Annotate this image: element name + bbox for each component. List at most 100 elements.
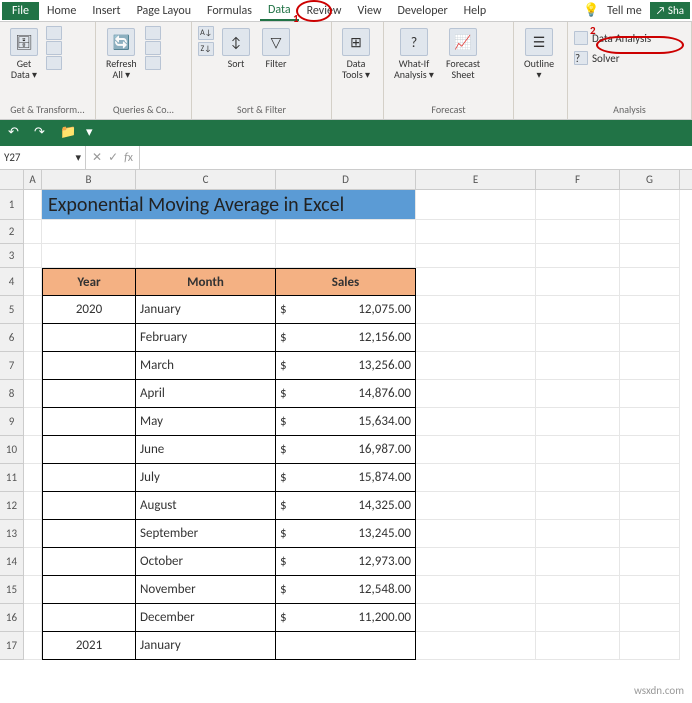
outline-button[interactable]: ☰ Outline ▾ — [520, 26, 558, 82]
tab-insert[interactable]: Insert — [84, 2, 128, 20]
row-header[interactable]: 8 — [0, 380, 24, 408]
cell-month[interactable]: August — [136, 492, 276, 520]
row-header[interactable]: 5 — [0, 296, 24, 324]
data-tools-button[interactable]: ⊞ Data Tools ▾ — [338, 26, 374, 82]
cell-sales[interactable]: $13,245.00 — [276, 520, 416, 548]
tell-me[interactable]: Tell me — [599, 2, 650, 20]
cancel-icon[interactable]: ✕ — [92, 150, 102, 165]
cell-sales[interactable]: $16,987.00 — [276, 436, 416, 464]
tab-developer[interactable]: Developer — [390, 2, 456, 20]
cell-sales[interactable]: $15,874.00 — [276, 464, 416, 492]
col-F[interactable]: F — [536, 170, 620, 189]
from-text-icon[interactable] — [46, 41, 62, 55]
row-header[interactable]: 1 — [0, 190, 24, 220]
forecast-sheet-button[interactable]: 📈 Forecast Sheet — [442, 26, 484, 82]
row-header[interactable]: 13 — [0, 520, 24, 548]
col-C[interactable]: C — [136, 170, 276, 189]
tab-view[interactable]: View — [349, 2, 389, 20]
cell-month[interactable]: July — [136, 464, 276, 492]
cell-month[interactable]: September — [136, 520, 276, 548]
cell-sales[interactable]: $12,973.00 — [276, 548, 416, 576]
cell-sales[interactable]: $14,325.00 — [276, 492, 416, 520]
cell-year[interactable] — [42, 604, 136, 632]
select-all-corner[interactable] — [0, 170, 24, 189]
from-web-icon[interactable] — [46, 26, 62, 40]
hdr-month[interactable]: Month — [136, 268, 276, 296]
get-data-button[interactable]: 🗄 Get Data ▾ — [6, 26, 42, 82]
cell-month[interactable]: December — [136, 604, 276, 632]
row-header[interactable]: 11 — [0, 464, 24, 492]
cell-sales[interactable]: $13,256.00 — [276, 352, 416, 380]
cell-year[interactable] — [42, 352, 136, 380]
tab-formulas[interactable]: Formulas — [199, 2, 260, 20]
title-cell[interactable]: Exponential Moving Average in Excel — [42, 190, 416, 220]
whatif-button[interactable]: ? What-If Analysis ▾ — [390, 26, 438, 82]
cell-year[interactable] — [42, 436, 136, 464]
col-A[interactable]: A — [24, 170, 42, 189]
cell-sales[interactable]: $12,075.00 — [276, 296, 416, 324]
tab-page-layout[interactable]: Page Layou — [129, 2, 199, 20]
cell-year[interactable] — [42, 408, 136, 436]
cell-month[interactable]: February — [136, 324, 276, 352]
folder-icon[interactable]: 📁 — [60, 125, 76, 141]
row-header[interactable]: 17 — [0, 632, 24, 660]
cell-year[interactable] — [42, 464, 136, 492]
row-header[interactable]: 9 — [0, 408, 24, 436]
cell-year[interactable]: 2021 — [42, 632, 136, 660]
row-header[interactable]: 14 — [0, 548, 24, 576]
solver-button[interactable]: ? Solver — [574, 50, 620, 66]
col-G[interactable]: G — [620, 170, 680, 189]
cell-sales[interactable]: $15,634.00 — [276, 408, 416, 436]
col-D[interactable]: D — [276, 170, 416, 189]
cell-sales[interactable]: $12,548.00 — [276, 576, 416, 604]
sort-button[interactable]: ↕ Sort — [218, 26, 254, 71]
cell-month[interactable]: May — [136, 408, 276, 436]
cell-month[interactable]: October — [136, 548, 276, 576]
cell-month[interactable]: January — [136, 296, 276, 324]
undo-icon[interactable]: ↶ — [8, 125, 24, 141]
cell-sales[interactable]: $12,156.00 — [276, 324, 416, 352]
cell-year[interactable] — [42, 520, 136, 548]
row-header[interactable]: 16 — [0, 604, 24, 632]
cell-year[interactable] — [42, 380, 136, 408]
filter-button[interactable]: ▽ Filter — [258, 26, 294, 71]
data-analysis-button[interactable]: Data Analysis — [574, 30, 651, 46]
connections-icon[interactable] — [145, 26, 161, 40]
fx-icon[interactable]: fx — [124, 151, 133, 165]
properties-icon[interactable] — [145, 41, 161, 55]
edit-links-icon[interactable] — [145, 56, 161, 70]
tab-home[interactable]: Home — [39, 2, 84, 20]
row-header[interactable]: 6 — [0, 324, 24, 352]
hdr-sales[interactable]: Sales — [276, 268, 416, 296]
accept-icon[interactable]: ✓ — [108, 150, 118, 165]
cell-sales[interactable]: $14,876.00 — [276, 380, 416, 408]
cell-month[interactable]: April — [136, 380, 276, 408]
formula-input[interactable] — [140, 146, 692, 169]
cell-year[interactable] — [42, 548, 136, 576]
redo-icon[interactable]: ↷ — [34, 125, 50, 141]
cell-sales[interactable]: $11,200.00 — [276, 604, 416, 632]
dropdown-icon[interactable]: ▾ — [86, 125, 102, 141]
row-header[interactable]: 7 — [0, 352, 24, 380]
cell-month[interactable]: November — [136, 576, 276, 604]
row-header[interactable]: 12 — [0, 492, 24, 520]
tab-review[interactable]: Review — [299, 2, 350, 20]
row-header[interactable]: 15 — [0, 576, 24, 604]
sort-asc-icon[interactable]: A↓ — [198, 26, 214, 40]
hdr-year[interactable]: Year — [42, 268, 136, 296]
cell-month[interactable]: June — [136, 436, 276, 464]
cell-sales[interactable] — [276, 632, 416, 660]
cell-year[interactable] — [42, 324, 136, 352]
cell-year[interactable]: 2020 — [42, 296, 136, 324]
cell-month[interactable]: January — [136, 632, 276, 660]
cell-year[interactable] — [42, 492, 136, 520]
name-box[interactable]: Y27▾ — [0, 146, 86, 169]
tab-help[interactable]: Help — [456, 2, 495, 20]
cell-month[interactable]: March — [136, 352, 276, 380]
refresh-all-button[interactable]: 🔄 Refresh All ▾ — [102, 26, 141, 82]
col-B[interactable]: B — [42, 170, 136, 189]
sort-desc-icon[interactable]: Z↓ — [198, 42, 214, 56]
cell-year[interactable] — [42, 576, 136, 604]
from-table-icon[interactable] — [46, 56, 62, 70]
share-button[interactable]: ↗ Sha — [650, 2, 690, 19]
